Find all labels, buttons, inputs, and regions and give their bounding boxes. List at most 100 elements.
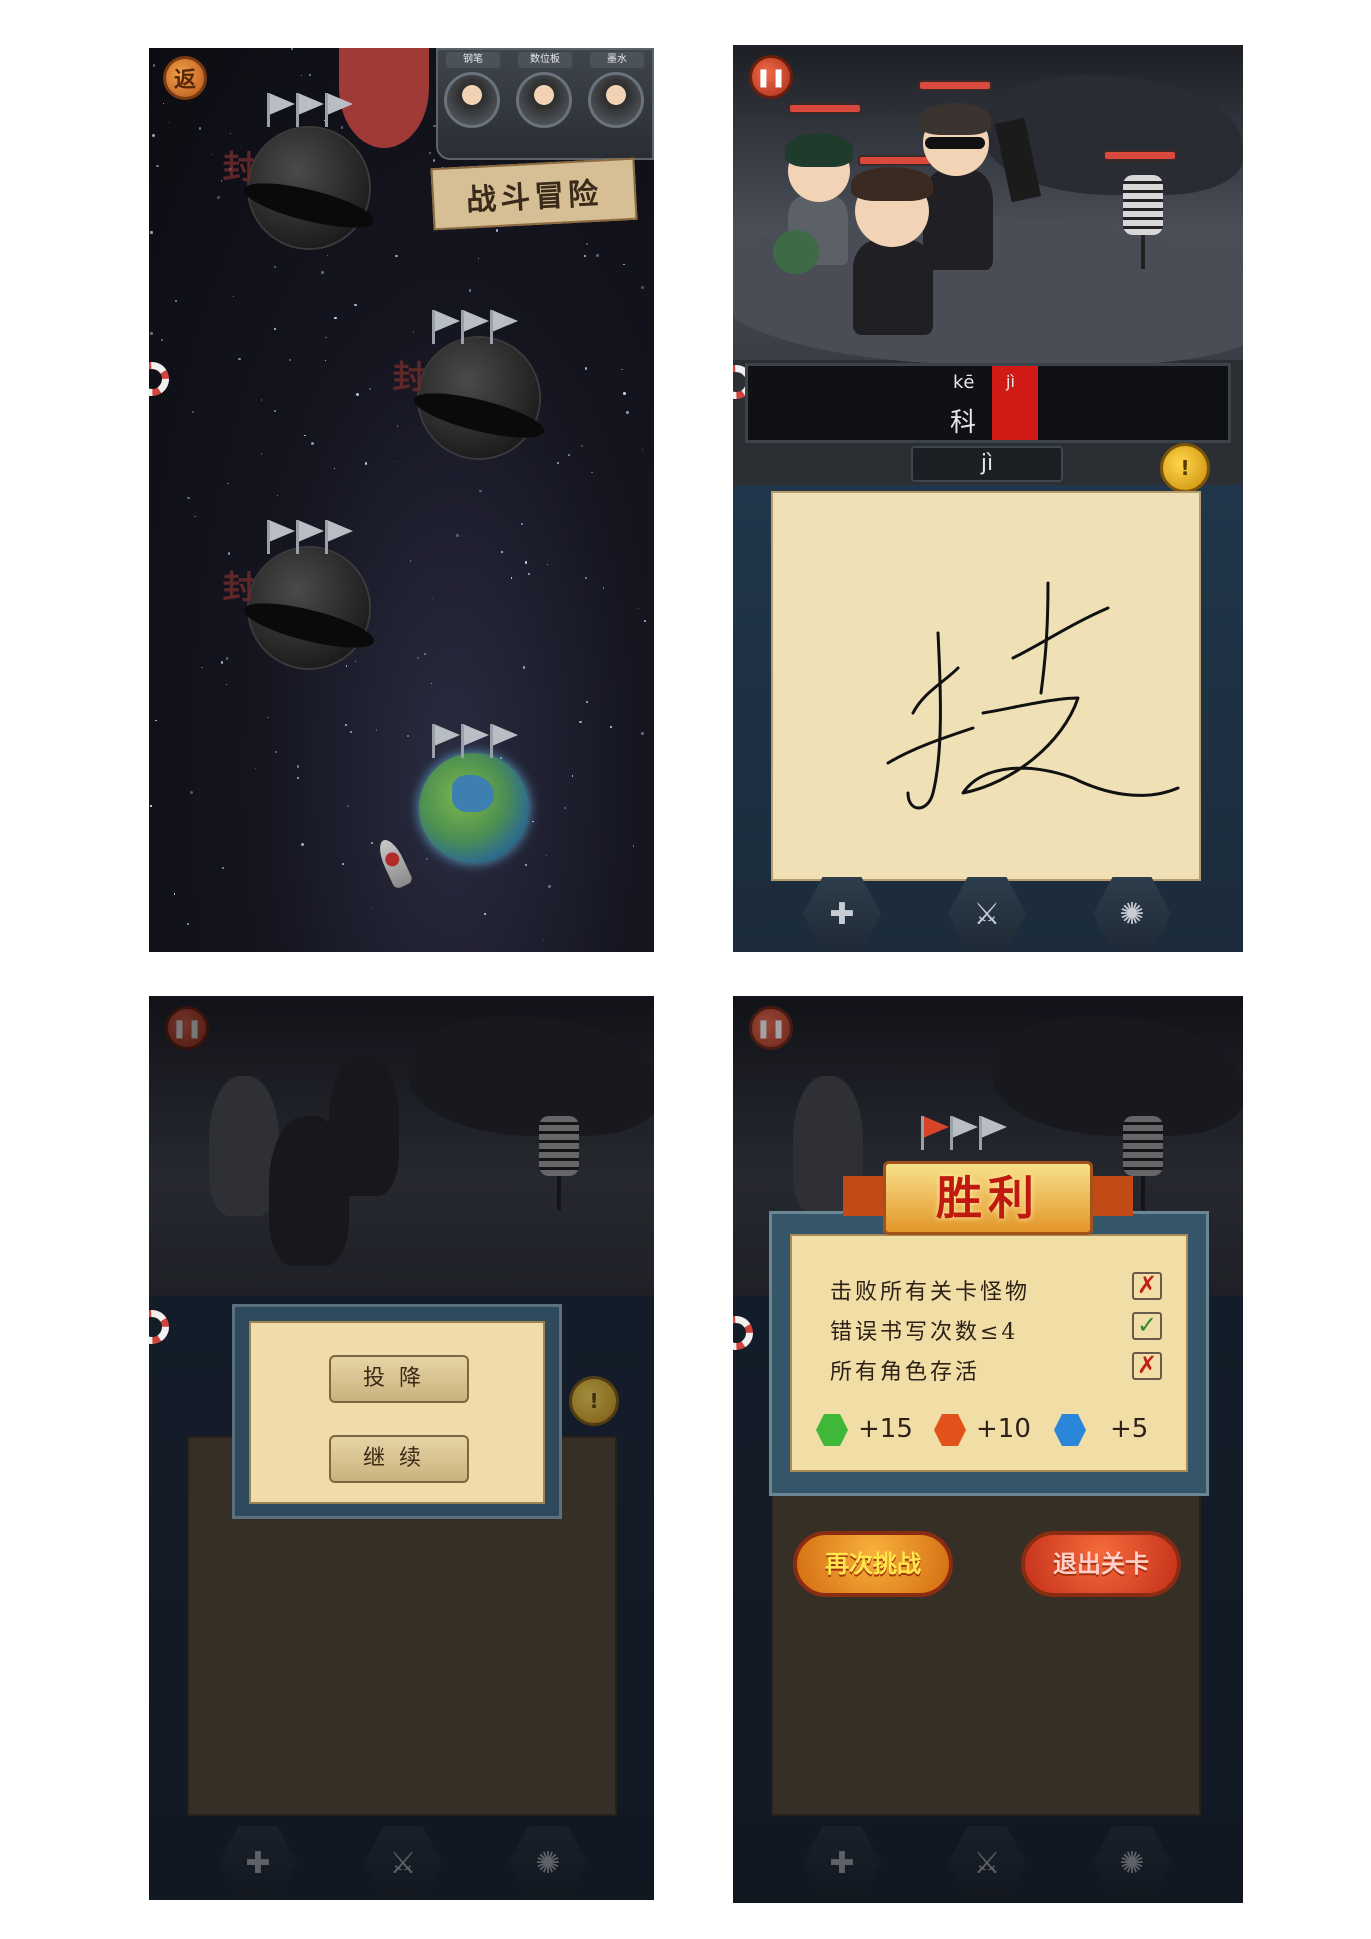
continue-button[interactable]: 继续 — [329, 1435, 469, 1483]
star-dot — [477, 257, 480, 259]
star-dot — [274, 409, 277, 412]
star-dot — [260, 453, 263, 455]
star-dot — [416, 657, 419, 659]
star-dot — [342, 863, 344, 865]
victory-paper: 击败所有关卡怪物 错误书写次数≤4 所有角色存活 ✗ ✓ ✗ +15 +10 +… — [790, 1234, 1188, 1472]
pause-button: ❚❚ — [749, 1006, 793, 1050]
star-dot — [585, 243, 589, 246]
star-dot — [495, 229, 499, 232]
star-dot — [274, 751, 277, 754]
star-dot — [425, 858, 428, 861]
rocket-icon — [374, 836, 414, 890]
star-dot — [429, 151, 432, 154]
star-dot — [155, 719, 157, 722]
star-dot — [431, 597, 434, 600]
handwriting-canvas[interactable] — [771, 491, 1201, 881]
star-dot — [424, 652, 426, 655]
star-dot — [610, 726, 612, 729]
star-dot — [238, 357, 241, 361]
character-avatar-3[interactable] — [588, 72, 644, 128]
star-dot — [641, 732, 644, 735]
burst-icon: ✺ — [1119, 896, 1145, 932]
mode-title-sign[interactable]: 战斗冒险 — [430, 157, 638, 231]
exit-level-button[interactable]: 退出关卡 — [1021, 1531, 1181, 1597]
star-dot — [260, 399, 263, 401]
star-dot — [585, 576, 588, 579]
level-flags — [267, 520, 353, 554]
back-button[interactable]: 返 — [163, 56, 207, 100]
character-avatar-1[interactable] — [444, 72, 500, 128]
star-dot — [152, 64, 156, 67]
fail-cross-icon: ✗ — [1132, 1272, 1162, 1300]
retry-button[interactable]: 再次挑战 — [793, 1531, 953, 1597]
star-dot — [371, 842, 373, 845]
star-dot — [371, 908, 373, 910]
star-dot — [227, 552, 231, 555]
pause-dialog-paper: 投降 继续 — [249, 1321, 545, 1504]
star-dot — [479, 490, 482, 493]
map-screen: 返 钢笔 数位板 墨水 战斗冒险 封 封 封 — [149, 48, 654, 952]
star-dot — [210, 153, 213, 156]
star-dot — [571, 775, 573, 777]
star-dot — [369, 388, 372, 391]
character-avatar-2[interactable] — [516, 72, 572, 128]
star-dot — [643, 619, 647, 622]
pause-screen: ❚❚ ✚ ⚔ ✺ ! 投降 继续 — [149, 996, 654, 1900]
level-planet-locked[interactable]: 封 — [223, 548, 378, 668]
star-dot — [229, 133, 231, 135]
hint-button[interactable]: ! — [1160, 443, 1210, 493]
objective-3: 所有角色存活 — [830, 1360, 981, 1385]
level-planet-locked[interactable]: 封 — [223, 128, 378, 248]
known-char: 科 — [950, 408, 977, 438]
pinyin-2: jì — [1006, 372, 1015, 391]
star-dot — [364, 462, 367, 465]
star-dot — [602, 587, 605, 589]
star-dot — [356, 393, 359, 396]
star-dot — [300, 842, 304, 846]
star-dot — [227, 482, 230, 485]
star-dot — [274, 266, 277, 268]
pause-button[interactable]: ❚❚ — [749, 55, 793, 99]
cross-shield-icon: ✚ — [829, 896, 855, 932]
star-dot — [201, 666, 204, 669]
star-dot — [545, 854, 547, 856]
star-dot — [456, 534, 459, 537]
star-dot — [510, 577, 513, 579]
star-dot — [167, 121, 170, 123]
star-dot — [149, 332, 153, 336]
locked-seal: 封 — [222, 148, 255, 187]
surrender-button[interactable]: 投降 — [329, 1355, 469, 1403]
hp-bar — [918, 80, 992, 91]
tool-label-pen: 钢笔 — [446, 52, 500, 68]
star-dot — [640, 286, 644, 290]
reward-green: +15 — [858, 1414, 913, 1444]
star-dot — [161, 339, 164, 342]
star-dot — [296, 776, 299, 780]
star-dot — [500, 756, 503, 759]
star-dot — [288, 358, 291, 361]
locked-seal: 封 — [392, 358, 425, 397]
star-dot — [226, 657, 229, 660]
star-dot — [397, 425, 399, 427]
star-dot — [595, 254, 599, 258]
tool-panel: 钢笔 数位板 墨水 — [436, 48, 654, 160]
star-dot — [528, 572, 531, 575]
blue-gem-icon — [1054, 1414, 1086, 1446]
reward-red: +10 — [976, 1414, 1031, 1444]
star-dot — [557, 462, 560, 464]
star-dot — [347, 804, 350, 808]
level-planet-current[interactable] — [419, 753, 529, 863]
star-dot — [324, 360, 326, 362]
level-planet-locked[interactable]: 封 — [393, 338, 548, 458]
objective-2: 错误书写次数≤4 — [830, 1320, 1019, 1345]
star-dot — [564, 806, 567, 809]
reward-blue: +5 — [1110, 1414, 1149, 1444]
star-dot — [308, 74, 312, 77]
star-dot — [520, 522, 524, 526]
star-dot — [175, 299, 177, 302]
star-dot — [632, 845, 635, 848]
level-flags — [432, 724, 518, 758]
star-dot — [395, 254, 398, 258]
star-dot — [304, 435, 306, 437]
star-dot — [622, 392, 626, 395]
